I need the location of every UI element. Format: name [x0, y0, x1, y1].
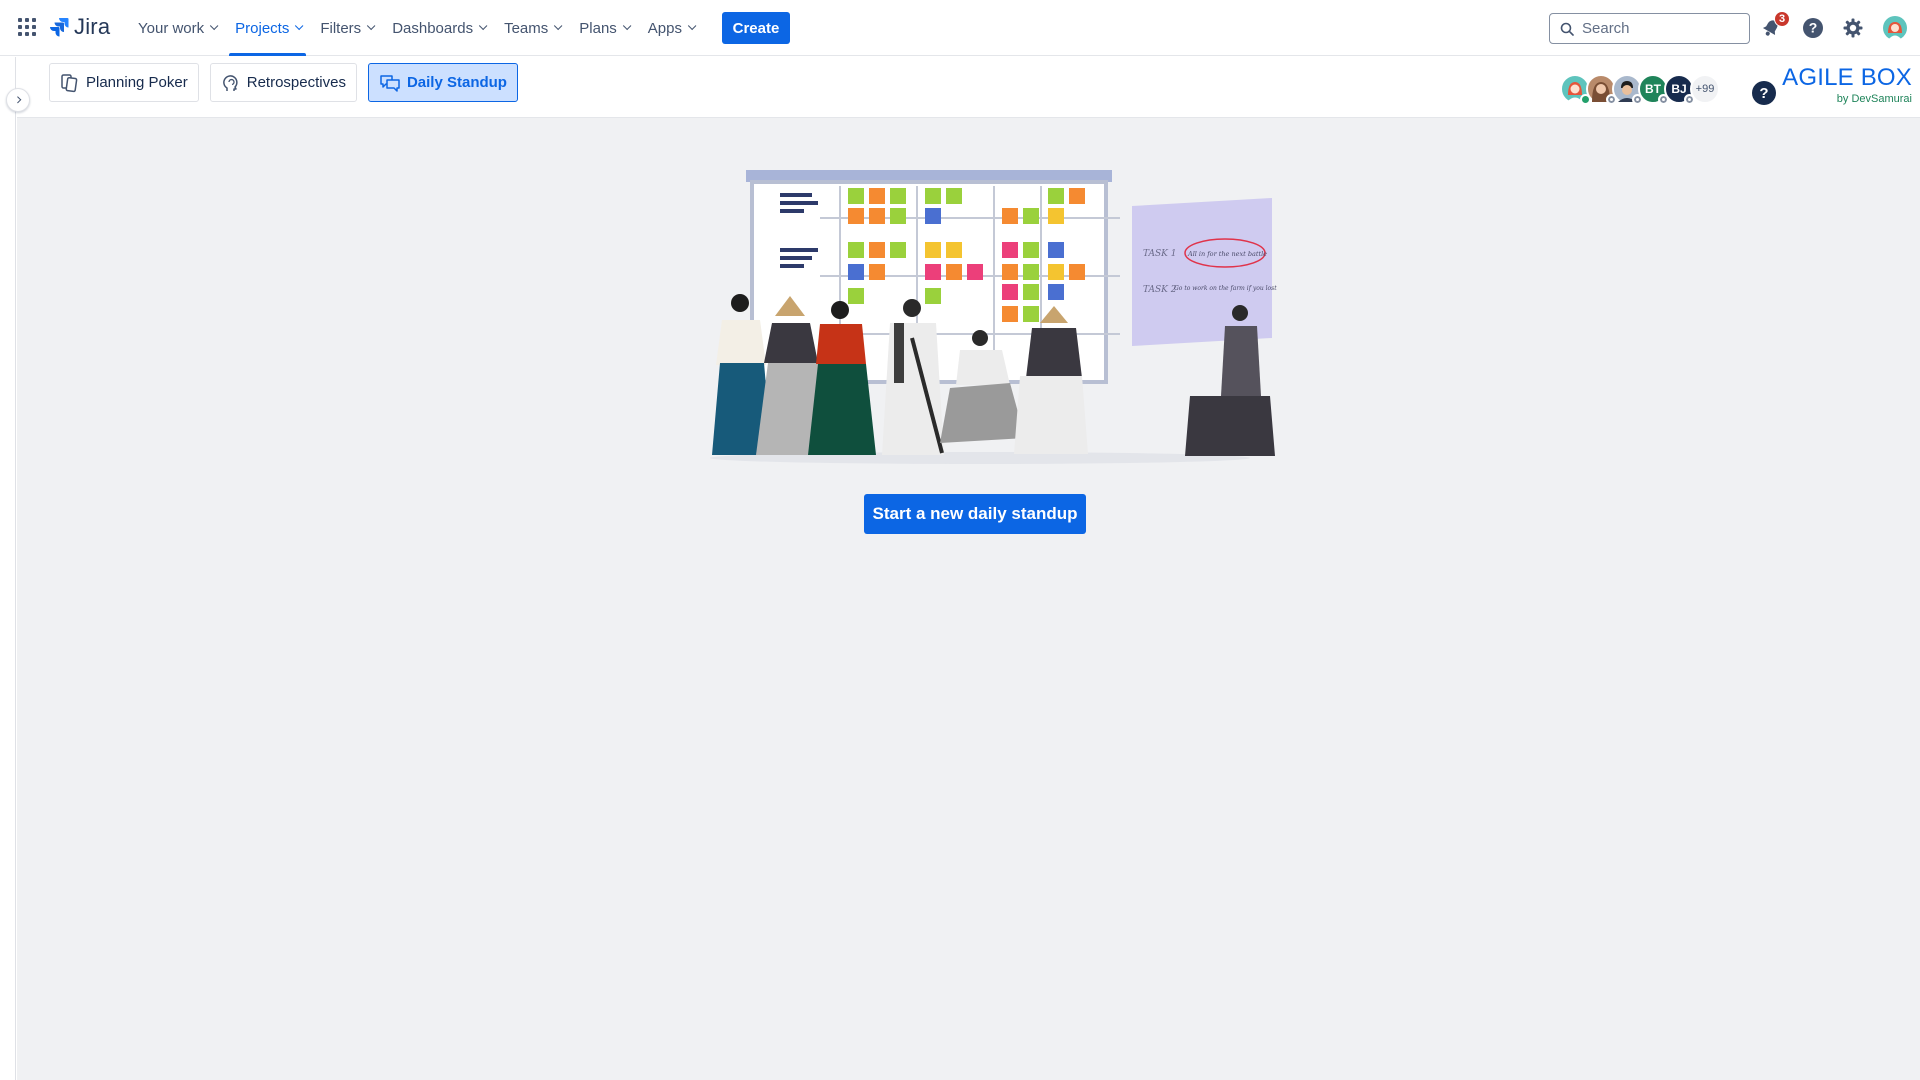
user-avatar — [1883, 16, 1907, 40]
participant-avatars: BT BJ +99 — [1560, 74, 1720, 105]
nav-label: Teams — [504, 19, 549, 37]
task2-text: Go to work on the farm if you lost — [1174, 285, 1277, 292]
tab-label: Daily Standup — [406, 74, 507, 91]
nav-label: Dashboards — [392, 19, 474, 37]
chat-bubbles-icon — [380, 74, 400, 92]
head-icon — [222, 74, 238, 91]
help-button[interactable]: ? — [1800, 15, 1826, 41]
app-switcher-icon[interactable] — [18, 18, 36, 36]
glass-board — [1132, 198, 1272, 346]
notification-count-badge: 3 — [1774, 11, 1791, 27]
search-input[interactable] — [1582, 20, 1732, 37]
agile-box-brand: AGILE BOX by DevSamurai — [1782, 64, 1912, 105]
task2-label: TASK 2 — [1143, 285, 1177, 295]
nav-label: Apps — [647, 19, 682, 37]
nav-apps[interactable]: Apps — [640, 0, 701, 56]
main-content: TASK 1 All in for the next battle TASK 2… — [17, 118, 1920, 1080]
agile-box-header: Planning Poker Retrospectives Daily Stan… — [17, 57, 1920, 118]
agile-box-tabs: Planning Poker Retrospectives Daily Stan… — [49, 63, 518, 102]
nav-dashboards[interactable]: Dashboards — [384, 0, 492, 56]
nav-label: Projects — [235, 19, 290, 37]
nav-label: Plans — [579, 19, 617, 37]
primary-nav: Your work Projects Filters Dashboards Te… — [130, 0, 705, 56]
jira-logo[interactable]: Jira — [48, 14, 110, 40]
collapsed-sidebar — [0, 57, 16, 1080]
more-participants-button[interactable]: +99 — [1690, 74, 1720, 104]
chevron-down-icon — [367, 21, 376, 31]
nav-your-work[interactable]: Your work — [130, 0, 223, 56]
nav-plans[interactable]: Plans — [571, 0, 636, 56]
brand-subtitle: by DevSamurai — [1836, 93, 1912, 105]
tab-planning-poker[interactable]: Planning Poker — [49, 63, 199, 102]
samurai-standup-illustration: TASK 1 All in for the next battle TASK 2… — [710, 170, 1277, 464]
search-field[interactable] — [1549, 13, 1750, 44]
avatar-initials: BT — [1645, 82, 1661, 96]
start-daily-standup-button[interactable]: Start a new daily standup — [864, 494, 1086, 534]
task1-text: All in for the next battle — [1187, 250, 1267, 258]
nav-projects[interactable]: Projects — [227, 0, 308, 56]
svg-text:?: ? — [1809, 20, 1818, 36]
task1-label: TASK 1 — [1143, 249, 1177, 259]
agile-box-help-button[interactable]: ? — [1752, 81, 1776, 105]
top-navigation-bar: Jira Your work Projects Filters Dashboar… — [0, 0, 1920, 56]
chevron-down-icon — [210, 21, 219, 31]
create-button[interactable]: Create — [722, 12, 790, 44]
tab-retrospectives[interactable]: Retrospectives — [209, 63, 357, 102]
chevron-right-icon — [13, 95, 21, 103]
nav-filters[interactable]: Filters — [312, 0, 380, 56]
user-profile-button[interactable] — [1882, 15, 1908, 41]
nav-label: Filters — [320, 19, 362, 37]
expand-sidebar-button[interactable] — [6, 88, 30, 112]
search-icon — [1560, 22, 1574, 36]
tab-label: Retrospectives — [246, 74, 346, 91]
nav-label: Your work — [138, 19, 205, 37]
brand-title: AGILE BOX — [1782, 64, 1912, 91]
nav-teams[interactable]: Teams — [496, 0, 567, 56]
help-icon: ? — [1803, 18, 1823, 38]
chevron-down-icon — [554, 21, 563, 31]
tab-daily-standup[interactable]: Daily Standup — [367, 63, 518, 102]
settings-gear-icon — [1843, 18, 1863, 38]
avatar-initials: BJ — [1671, 82, 1687, 96]
chevron-down-icon — [687, 21, 697, 31]
tab-label: Planning Poker — [86, 74, 188, 91]
cards-icon — [61, 73, 78, 92]
jira-logo-icon — [50, 18, 69, 37]
app-name: Jira — [74, 14, 111, 39]
settings-button[interactable] — [1840, 15, 1866, 41]
chevron-down-icon — [295, 21, 304, 31]
chevron-down-icon — [478, 21, 488, 31]
chevron-down-icon — [622, 21, 632, 31]
